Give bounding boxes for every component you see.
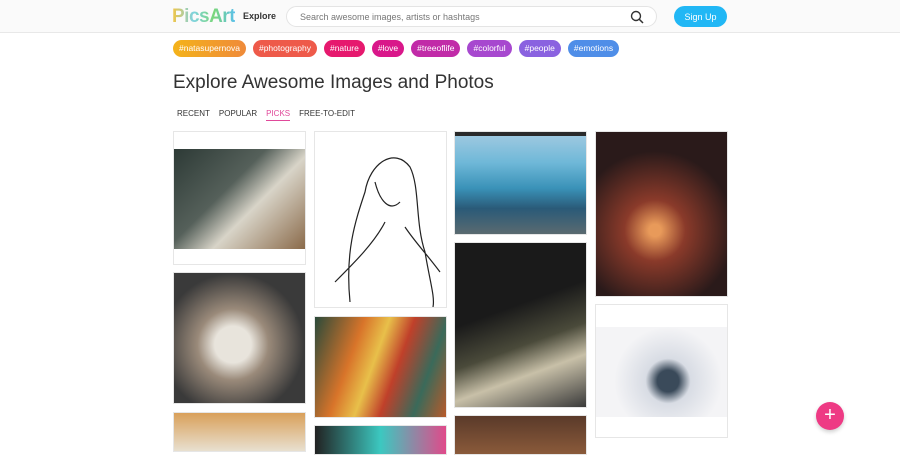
tab-free-to-edit[interactable]: FREE-TO-EDIT [299,109,355,121]
add-fab-button[interactable]: + [816,402,844,430]
image-card[interactable] [173,412,306,452]
top-bar: PicsArt Explore Search awesome images, a… [0,0,900,33]
image-plant-shadow [455,243,586,407]
filter-tabs: RECENT POPULAR PICKS FREE-TO-EDIT [177,109,355,121]
search-placeholder: Search awesome images, artists or hashta… [300,12,480,22]
image-card[interactable] [314,316,447,418]
image-food-tray [174,149,305,249]
picsart-logo[interactable]: PicsArt [172,6,236,28]
tab-picks[interactable]: PICKS [266,109,291,121]
image-card[interactable] [454,415,587,455]
image-card[interactable] [595,131,728,297]
hashtag-chip[interactable]: #love [371,40,405,57]
image-card[interactable] [173,272,306,404]
hashtag-chip[interactable]: #emotions [567,40,620,57]
hashtag-chip[interactable]: #photography [252,40,317,57]
image-girl-confetti [596,327,727,417]
image-dark-alley [596,132,727,296]
tab-recent[interactable]: RECENT [177,109,210,121]
search-input[interactable]: Search awesome images, artists or hashta… [286,6,657,27]
sign-up-button[interactable]: Sign Up [674,6,727,27]
explore-link[interactable]: Explore [243,11,276,21]
hashtag-chip[interactable]: #treeoflife [411,40,461,57]
search-icon[interactable] [630,10,644,24]
image-graffiti [315,317,446,417]
hashtag-chip[interactable]: #nature [323,40,365,57]
image-colorful [315,426,446,454]
image-ball [174,413,305,451]
hashtag-chip[interactable]: #natasupernova [173,40,246,57]
page-title: Explore Awesome Images and Photos [173,72,494,93]
image-ice-cream [174,273,305,403]
image-line-drawing [334,157,441,307]
image-card[interactable] [454,131,587,235]
image-card[interactable] [595,304,728,438]
image-card[interactable] [173,131,306,265]
tab-popular[interactable]: POPULAR [219,109,257,121]
image-card[interactable] [454,242,587,408]
hashtag-chip[interactable]: #colorful [467,40,512,57]
image-card[interactable] [314,425,447,455]
hashtag-list: #natasupernova #photography #nature #lov… [173,40,620,57]
image-brown [455,416,586,454]
hashtag-chip[interactable]: #people [518,40,561,57]
image-card[interactable] [314,131,447,308]
image-sea [455,132,586,234]
